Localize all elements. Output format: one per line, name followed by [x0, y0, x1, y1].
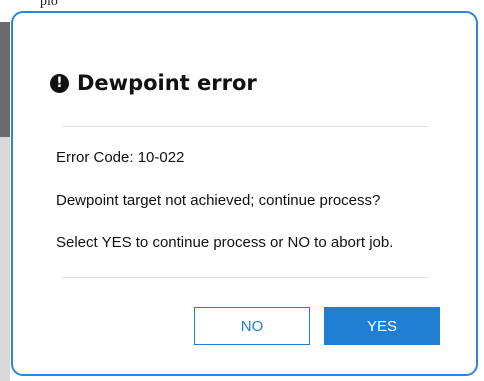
dialog-title: Dewpoint error: [77, 71, 257, 95]
error-message-text: Dewpoint target not achieved; continue p…: [56, 192, 381, 209]
background-text: plo: [40, 0, 58, 9]
dialog-header: ! Dewpoint error: [50, 66, 257, 100]
header-divider: [62, 126, 428, 127]
background-panel-light: [0, 137, 10, 381]
background-panel-dark: [0, 22, 10, 137]
yes-button[interactable]: YES: [324, 307, 440, 345]
error-code-text: Error Code: 10-022: [56, 149, 185, 166]
no-button[interactable]: NO: [194, 307, 310, 345]
instruction-text: Select YES to continue process or NO to …: [56, 234, 394, 251]
exclamation-circle-icon: !: [50, 73, 69, 93]
footer-divider: [62, 277, 428, 278]
